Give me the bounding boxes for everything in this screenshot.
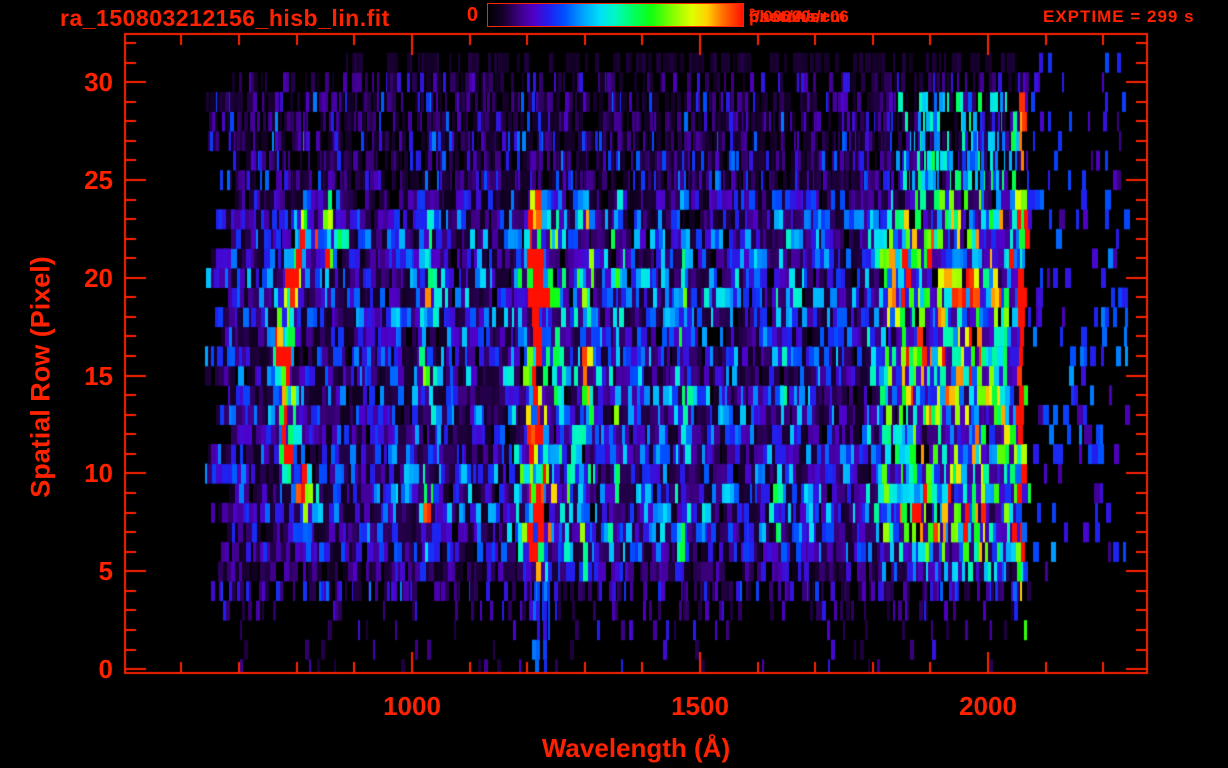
x-tick-label: 2000 [959, 691, 1017, 722]
spectrogram-quicklook-window: ra_150803212156_hisb_lin.fit 0 5.00000e+… [0, 0, 1228, 768]
fits-filename-title: ra_150803212156_hisb_lin.fit [60, 5, 390, 32]
y-tick-label: 15 [0, 361, 113, 392]
x-axis-title: Wavelength (Å) [436, 733, 836, 764]
y-tick-label: 5 [0, 556, 113, 587]
y-tick-label: 25 [0, 165, 113, 196]
colorbar-max-label: 5.00000e+06 photons/cm2/sec/A/sr [749, 7, 755, 27]
colorbar-units-suffix: /sec/A/sr [755, 7, 826, 27]
x-tick-label: 1500 [671, 691, 729, 722]
x-tick-label: 1000 [383, 691, 441, 722]
y-tick-label: 0 [0, 654, 113, 685]
y-tick-label: 30 [0, 67, 113, 98]
y-tick-label: 20 [0, 263, 113, 294]
y-tick-label: 10 [0, 458, 113, 489]
spectrogram-heatmap-canvas [0, 0, 1228, 768]
exptime-label: EXPTIME = 299 s [1043, 7, 1195, 27]
colorbar [487, 3, 744, 27]
colorbar-gradient [488, 4, 743, 26]
y-axis-title: Spatial Row (Pixel) [26, 256, 57, 498]
colorbar-min-label: 0 [428, 4, 478, 27]
